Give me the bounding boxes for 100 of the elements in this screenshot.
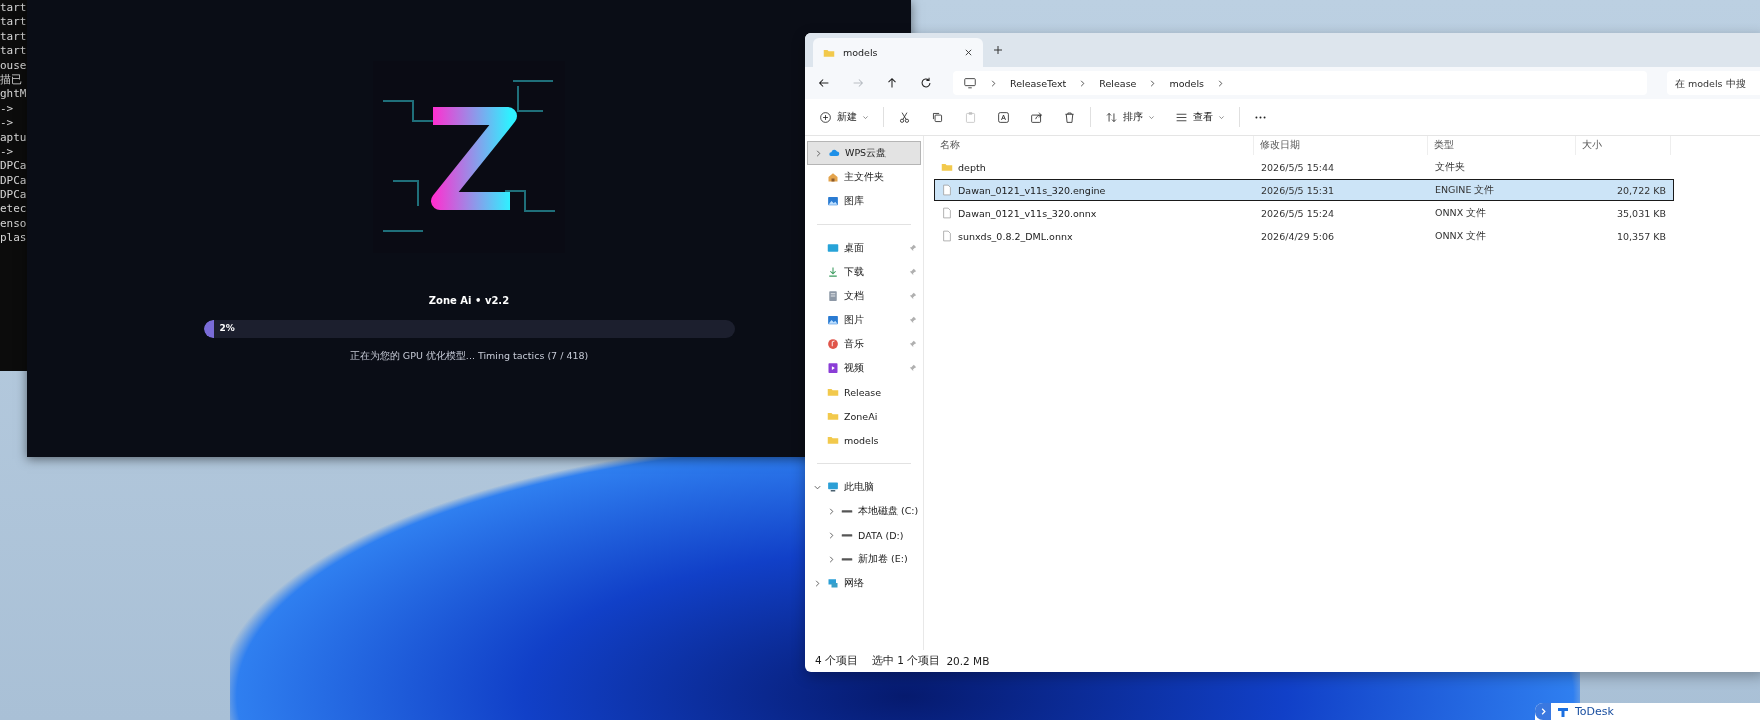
picture-icon [827, 314, 839, 326]
file-row[interactable]: sunxds_0.8.2_DML.onnx 2026/4/29 5:06 ONNX 文件 10,357 KB [934, 225, 1674, 247]
sidebar-item[interactable]: 新加卷 (E:) [807, 547, 921, 571]
sidebar-item[interactable]: 网络 [807, 571, 921, 595]
chevron-right-icon[interactable] [814, 148, 823, 158]
column-header[interactable]: 名称 [934, 136, 1254, 155]
music-icon [827, 338, 839, 350]
console-line: -> [0, 116, 15, 131]
sort-button[interactable]: 排序 [1099, 106, 1161, 128]
app-title: Zone Ai • v2.2 [428, 295, 510, 306]
copy-icon [931, 110, 944, 124]
column-header[interactable]: 类型 [1428, 136, 1576, 155]
chevron-right-icon[interactable] [1216, 78, 1225, 88]
sidebar-item[interactable]: 图片 [807, 308, 921, 332]
console-line: enso [0, 216, 28, 232]
sidebar-item[interactable]: 文档 [807, 284, 921, 308]
new-button[interactable]: 新建 [813, 106, 875, 128]
file-size: 35,031 KB [1616, 207, 1667, 219]
breadcrumb-item[interactable]: models [1169, 77, 1204, 89]
file-row[interactable]: Dawan_0121_v11s_320.onnx 2026/5/5 15:24 ONNX 文件 35,031 KB [934, 202, 1674, 224]
file-name: depth [958, 161, 986, 173]
file-date: 2026/5/5 15:24 [1260, 207, 1336, 219]
sidebar-item[interactable]: ZoneAi [807, 404, 921, 428]
sidebar-item[interactable]: 本地磁盘 (C:) [807, 499, 921, 523]
window-tab[interactable]: models [813, 38, 983, 67]
refresh-icon[interactable] [919, 76, 933, 90]
todesk-badge[interactable]: ToDesk [1535, 703, 1760, 720]
download-icon [827, 266, 839, 278]
file-type: ONNX 文件 [1434, 229, 1488, 243]
chevron-right-icon[interactable] [827, 530, 836, 540]
selection-count: 选中 1 个项目 [872, 654, 941, 668]
computer-icon [827, 481, 839, 493]
chevron-right-icon[interactable] [827, 554, 836, 564]
column-header[interactable]: 修改日期 [1254, 136, 1428, 155]
item-count: 4 个项目 [815, 654, 859, 668]
network-icon [827, 577, 839, 589]
file-name: sunxds_0.8.2_DML.onnx [958, 230, 1073, 242]
view-button[interactable]: 查看 [1169, 106, 1231, 128]
desktop-icon [827, 242, 839, 254]
document-icon [827, 290, 839, 302]
search-field[interactable]: 在 models 中搜 [1667, 71, 1760, 95]
sidebar-item[interactable]: 视频 [807, 356, 921, 380]
folder-icon [941, 161, 953, 173]
console-line: ghtM [0, 87, 28, 102]
file-date: 2026/4/29 5:06 [1260, 230, 1336, 242]
breadcrumb-item[interactable]: Release [1099, 77, 1137, 89]
chevron-down-icon [862, 113, 869, 121]
back-arrow-icon[interactable] [817, 76, 831, 90]
console-line: ouse [0, 58, 28, 73]
console-line: plas [0, 231, 28, 246]
close-icon[interactable] [964, 48, 973, 57]
console-line: DPCa [0, 173, 28, 189]
sidebar-item[interactable]: WPS云盘 [807, 141, 921, 165]
gallery-icon [827, 195, 839, 207]
chevron-right-icon[interactable] [1078, 78, 1088, 88]
sidebar-item[interactable]: 下载 [807, 260, 921, 284]
sidebar-item[interactable]: 桌面 [807, 236, 921, 260]
address-bar[interactable]: ReleaseText Release models [953, 71, 1647, 95]
todesk-logo-icon [1557, 705, 1569, 718]
file-date: 2026/5/5 15:44 [1260, 161, 1336, 173]
column-header[interactable]: 大小 [1576, 136, 1671, 155]
video-icon [827, 362, 839, 374]
file-date: 2026/5/5 15:31 [1260, 184, 1336, 196]
file-type: 文件夹 [1434, 160, 1466, 174]
monitor-icon [963, 76, 977, 90]
loading-status: 正在为您的 GPU 优化模型... Timing tactics (7 / 418) [349, 350, 589, 363]
console-line: tart [0, 29, 28, 45]
sidebar-item[interactable]: 音乐 [807, 332, 921, 356]
clipboard-icon [964, 110, 977, 124]
sidebar-item[interactable]: DATA (D:) [807, 523, 921, 547]
sidebar-item[interactable]: 主文件夹 [807, 165, 921, 189]
console-line: tart [0, 15, 28, 30]
file-size: 10,357 KB [1616, 230, 1667, 242]
file-icon [941, 230, 953, 242]
sidebar-item[interactable]: 图库 [807, 189, 921, 213]
console-line: tart [0, 44, 28, 59]
sidebar-item[interactable]: models [807, 428, 921, 452]
chevron-right-icon[interactable] [813, 578, 822, 588]
selection-size: 20.2 MB [946, 655, 990, 667]
progress-percent: 2% [219, 323, 235, 333]
console-line: -> [0, 101, 15, 117]
file-name: Dawan_0121_v11s_320.engine [958, 184, 1106, 196]
file-row[interactable]: Dawan_0121_v11s_320.engine 2026/5/5 15:31 ENGINE 文件 20,722 KB [934, 179, 1674, 201]
breadcrumb-item[interactable]: ReleaseText [1010, 77, 1067, 89]
file-size: 20,722 KB [1616, 184, 1667, 196]
file-row[interactable]: depth 2026/5/5 15:44 文件夹 [934, 156, 1674, 178]
file-type: ONNX 文件 [1434, 206, 1488, 220]
chevron-down-icon [1218, 113, 1225, 121]
sort-arrows-icon [1105, 110, 1118, 124]
up-arrow-icon[interactable] [885, 76, 899, 90]
chevron-right-icon[interactable] [989, 78, 998, 88]
chevron-right-icon[interactable] [827, 506, 836, 516]
new-tab-icon[interactable] [993, 45, 1003, 55]
chevron-right-icon[interactable] [1148, 78, 1158, 88]
console-line: tart [0, 1, 28, 16]
sidebar-item[interactable]: 此电脑 [807, 475, 921, 499]
chevron-down-icon [1148, 113, 1155, 121]
chevron-right-icon [1535, 703, 1551, 720]
sidebar-item[interactable]: Release [807, 380, 921, 404]
home-icon [827, 171, 839, 183]
